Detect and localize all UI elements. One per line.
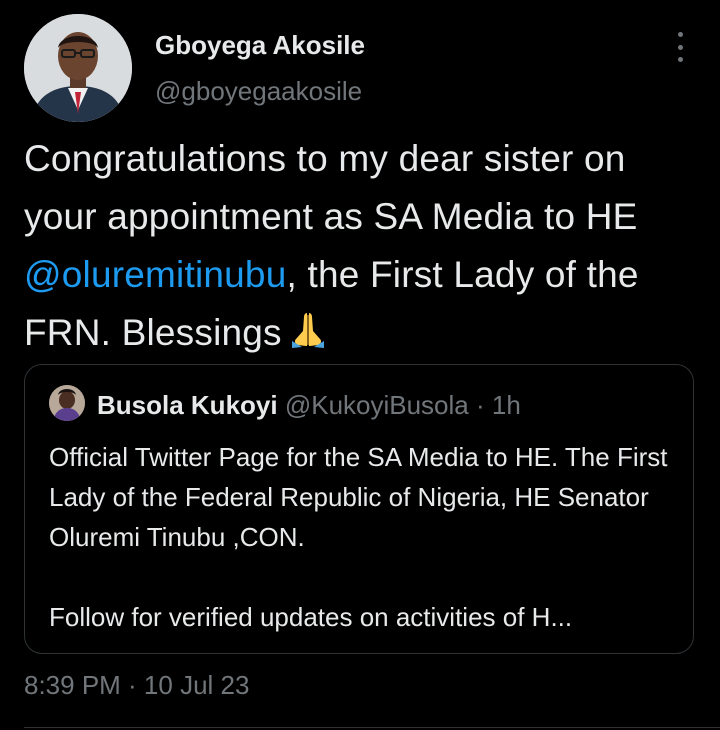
quoted-tweet[interactable]: Busola Kukoyi @KukoyiBusola · 1h Officia… bbox=[24, 364, 694, 654]
dot bbox=[677, 32, 683, 37]
quoted-author-photo bbox=[49, 385, 85, 421]
quoted-author-handle[interactable]: @KukoyiBusola bbox=[285, 390, 469, 420]
author-handle[interactable]: @gboyegaakosile bbox=[155, 76, 362, 107]
quoted-author-avatar bbox=[49, 385, 85, 421]
dot bbox=[677, 57, 683, 62]
tweet-text: Congratulations to my dear sister on you… bbox=[24, 130, 704, 366]
divider bbox=[24, 727, 720, 728]
author-avatar-photo bbox=[24, 14, 132, 122]
folded-hands-icon bbox=[288, 308, 328, 366]
quoted-tweet-header: Busola Kukoyi @KukoyiBusola · 1h bbox=[97, 390, 521, 421]
tweet-text-part: Congratulations to my dear sister on you… bbox=[24, 138, 638, 237]
author-avatar[interactable] bbox=[24, 14, 132, 122]
dot bbox=[677, 44, 683, 50]
separator: · bbox=[476, 390, 485, 420]
quoted-tweet-text: Official Twitter Page for the SA Media t… bbox=[49, 442, 668, 632]
quoted-tweet-time[interactable]: 1h bbox=[492, 390, 521, 420]
quoted-author-name[interactable]: Busola Kukoyi bbox=[97, 390, 278, 420]
tweet-timestamp[interactable]: 8:39 PM · 10 Jul 23 bbox=[24, 670, 249, 701]
mention-link[interactable]: @oluremitinubu bbox=[24, 254, 287, 295]
tweet-card: Gboyega Akosile @gboyegaakosile Congratu… bbox=[0, 0, 720, 730]
author-name[interactable]: Gboyega Akosile bbox=[155, 30, 365, 61]
more-options-icon[interactable] bbox=[666, 30, 694, 64]
